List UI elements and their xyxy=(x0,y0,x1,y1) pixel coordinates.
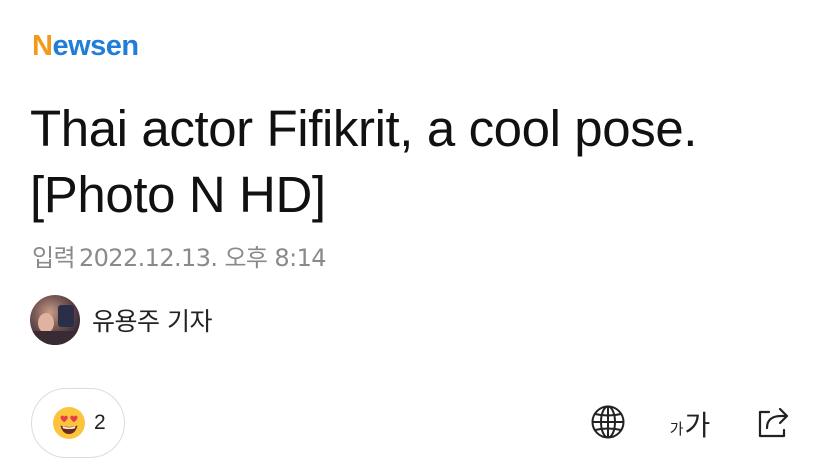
share-button[interactable] xyxy=(750,400,798,448)
logo-part-1: N xyxy=(32,30,53,62)
date-label: 입력 xyxy=(32,244,76,272)
font-size-small-label: 가 xyxy=(669,419,684,438)
globe-icon xyxy=(590,404,626,445)
share-icon xyxy=(755,403,793,446)
font-size-button[interactable]: 가가 xyxy=(660,400,720,448)
translate-button[interactable] xyxy=(586,400,630,448)
newsen-logo[interactable]: Newsen xyxy=(32,30,139,62)
article-title: Thai actor Fifikrit, a cool pose. [Photo… xyxy=(30,100,698,223)
reporter-avatar[interactable] xyxy=(30,295,80,345)
font-size-large-label: 가 xyxy=(684,409,711,442)
logo-part-2: ewsen xyxy=(52,30,139,62)
reporter-info[interactable]: 유용주 기자 xyxy=(30,294,212,346)
reaction-button[interactable]: 2 xyxy=(31,388,125,458)
reporter-name[interactable]: 유용주 기자 xyxy=(92,302,212,338)
heart-eyes-emoji-icon xyxy=(52,406,86,440)
article-dateline: 입력 2022.12.13. 오후 8:14 xyxy=(32,242,327,274)
reaction-count: 2 xyxy=(94,411,106,434)
date-value: 2022.12.13. 오후 8:14 xyxy=(78,244,327,272)
